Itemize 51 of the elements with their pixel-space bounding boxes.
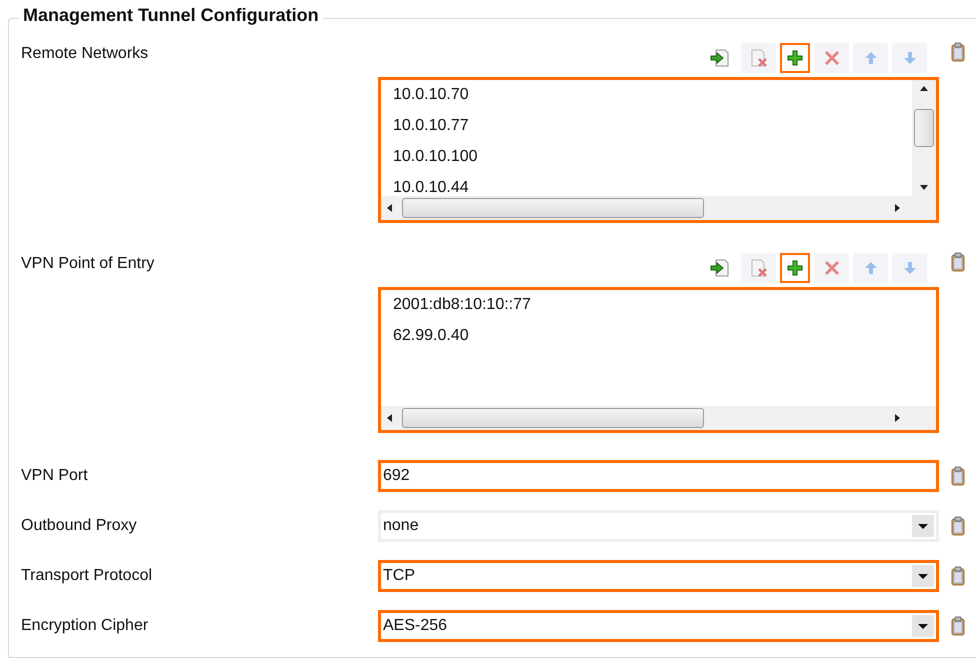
clipboard-icon[interactable] (951, 616, 965, 636)
scroll-up-icon[interactable] (920, 86, 928, 91)
dropdown[interactable]: TCP (378, 560, 939, 592)
arrow-down-icon (902, 261, 916, 275)
field-label: Outbound Proxy (21, 517, 137, 535)
document-arrow-icon (710, 258, 730, 278)
list-item[interactable]: 10.0.10.77 (393, 113, 912, 144)
list-item[interactable]: 62.99.0.40 (393, 323, 936, 354)
cross-icon (824, 260, 840, 276)
list-box[interactable]: 10.0.10.70 10.0.10.77 10.0.10.100 10.0.10.44 (378, 77, 939, 223)
scroll-left-icon[interactable] (387, 414, 392, 422)
arrow-down-icon (902, 51, 916, 65)
field-label: Transport Protocol (21, 567, 152, 585)
caret-icon[interactable] (912, 515, 934, 537)
scroll-right-icon[interactable] (895, 414, 900, 422)
list-item[interactable]: 10.0.10.70 (393, 82, 912, 113)
list-item[interactable]: 2001:db8:10:10::77 (393, 292, 936, 323)
cross-icon (824, 50, 840, 66)
dropdown[interactable]: AES-256 (378, 610, 939, 642)
plus-icon (787, 50, 803, 66)
clipboard-icon[interactable] (951, 42, 965, 62)
clipboard-icon[interactable] (951, 566, 965, 586)
scroll-down-icon[interactable] (920, 185, 928, 190)
field-label: VPN Point of Entry (21, 254, 154, 273)
scroll-right-icon[interactable] (895, 204, 900, 212)
group-title: Management Tunnel Configuration (19, 5, 323, 26)
list-item[interactable]: 10.0.10.44 (393, 175, 912, 196)
document-cross-icon (748, 48, 768, 68)
list-item[interactable]: 10.0.10.100 (393, 144, 912, 175)
clipboard-icon[interactable] (951, 516, 965, 536)
field-label: Remote Networks (21, 44, 148, 63)
field-label: Encryption Cipher (21, 617, 148, 635)
arrow-up-icon (864, 51, 878, 65)
list-box[interactable]: 2001:db8:10:10::77 62.99.0.40 (378, 287, 939, 433)
caret-icon[interactable] (912, 615, 934, 637)
vertical-scrollbar[interactable] (912, 80, 936, 196)
plus-icon (787, 260, 803, 276)
add-button[interactable] (780, 43, 810, 73)
field-label: VPN Port (21, 467, 88, 485)
input-field[interactable]: 692 (378, 460, 939, 492)
horizontal-scrollbar[interactable] (381, 406, 936, 430)
dropdown[interactable]: none (378, 510, 939, 542)
scroll-left-icon[interactable] (387, 204, 392, 212)
clipboard-icon[interactable] (951, 466, 965, 486)
caret-icon[interactable] (912, 565, 934, 587)
clipboard-icon[interactable] (951, 252, 965, 272)
arrow-up-icon (864, 261, 878, 275)
horizontal-scrollbar[interactable] (381, 196, 936, 220)
document-cross-icon (748, 258, 768, 278)
add-button[interactable] (780, 253, 810, 283)
document-arrow-icon (710, 48, 730, 68)
